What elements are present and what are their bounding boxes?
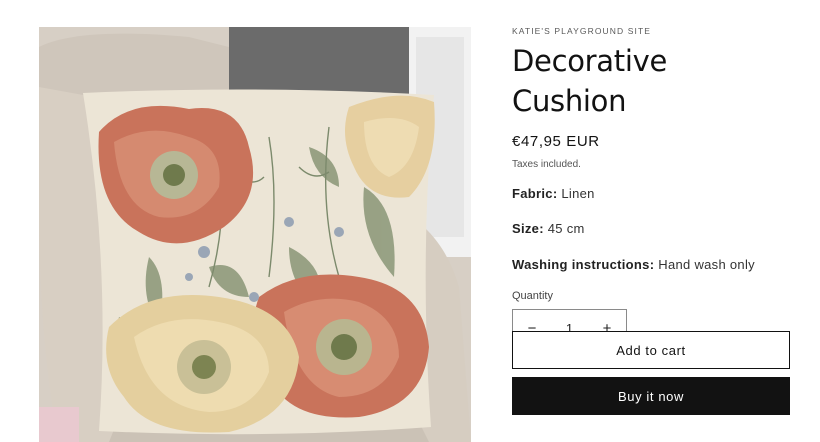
- spec-washing-value: Hand wash only: [658, 257, 755, 272]
- spec-fabric-label: Fabric:: [512, 186, 558, 201]
- tax-note: Taxes included.: [512, 159, 581, 170]
- product-image[interactable]: [39, 27, 471, 442]
- spec-washing-label: Washing instructions:: [512, 257, 655, 272]
- product-info: KATIE'S PLAYGROUND SITE Decorative Cushi…: [512, 26, 790, 347]
- product-title: Decorative Cushion: [512, 44, 667, 118]
- spec-size: Size: 45 cm: [512, 220, 790, 238]
- buy-now-button[interactable]: Buy it now: [512, 377, 790, 415]
- spec-size-label: Size:: [512, 221, 544, 236]
- spec-size-value: 45 cm: [547, 221, 585, 236]
- spec-washing: Washing instructions: Hand wash only: [512, 256, 790, 274]
- quantity-label: Quantity: [512, 290, 553, 302]
- spec-fabric: Fabric: Linen: [512, 185, 790, 203]
- vendor-name: KATIE'S PLAYGROUND SITE: [512, 26, 652, 36]
- add-to-cart-button[interactable]: Add to cart: [512, 331, 790, 369]
- spec-fabric-value: Linen: [561, 186, 595, 201]
- product-price: €47,95 EUR: [512, 133, 600, 150]
